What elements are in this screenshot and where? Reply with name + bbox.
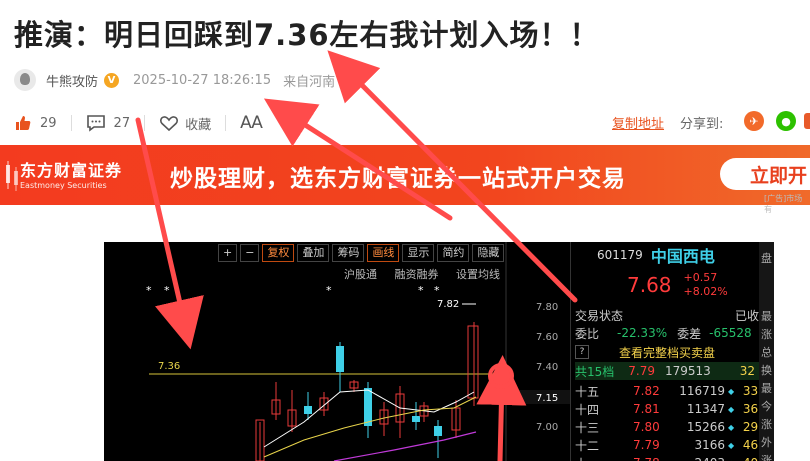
- annotation-overlay: [135, 50, 578, 461]
